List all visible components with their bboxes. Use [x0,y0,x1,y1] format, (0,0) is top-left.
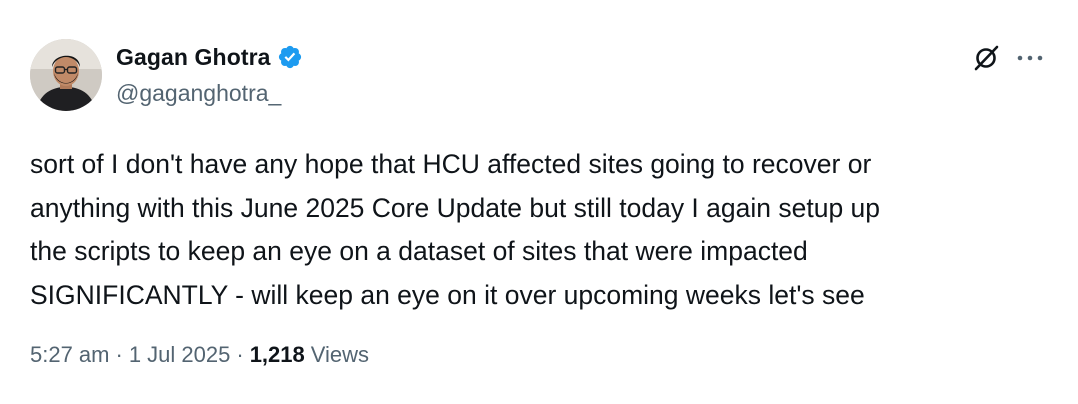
grok-icon [971,43,1001,78]
views-label: Views [310,342,370,367]
verified-badge-icon[interactable] [277,44,303,70]
grok-button[interactable] [970,44,1002,76]
views-count[interactable]: 1,218 [250,342,305,368]
author-display-name[interactable]: Gagan Ghotra [116,44,271,71]
tweet-card: Gagan Ghotra @gaganghotra_ sort of I don… [0,0,1078,404]
author-name-row: Gagan Ghotra [116,42,303,72]
author-handle[interactable]: @gaganghotra_ [116,80,281,107]
meta-separator: · [115,342,123,367]
more-icon [1015,49,1045,67]
more-options-button[interactable] [1013,44,1047,72]
avatar-photo [30,39,102,111]
meta-separator: · [236,342,244,367]
avatar[interactable] [30,39,102,111]
tweet-text: sort of I don't have any hope that HCU a… [30,149,881,310]
tweet-time[interactable]: 5:27 am [30,342,110,368]
tweet-date[interactable]: 1 Jul 2025 [129,342,231,368]
tweet-metadata: 5:27 am · 1 Jul 2025 · 1,218 Views [30,342,369,368]
